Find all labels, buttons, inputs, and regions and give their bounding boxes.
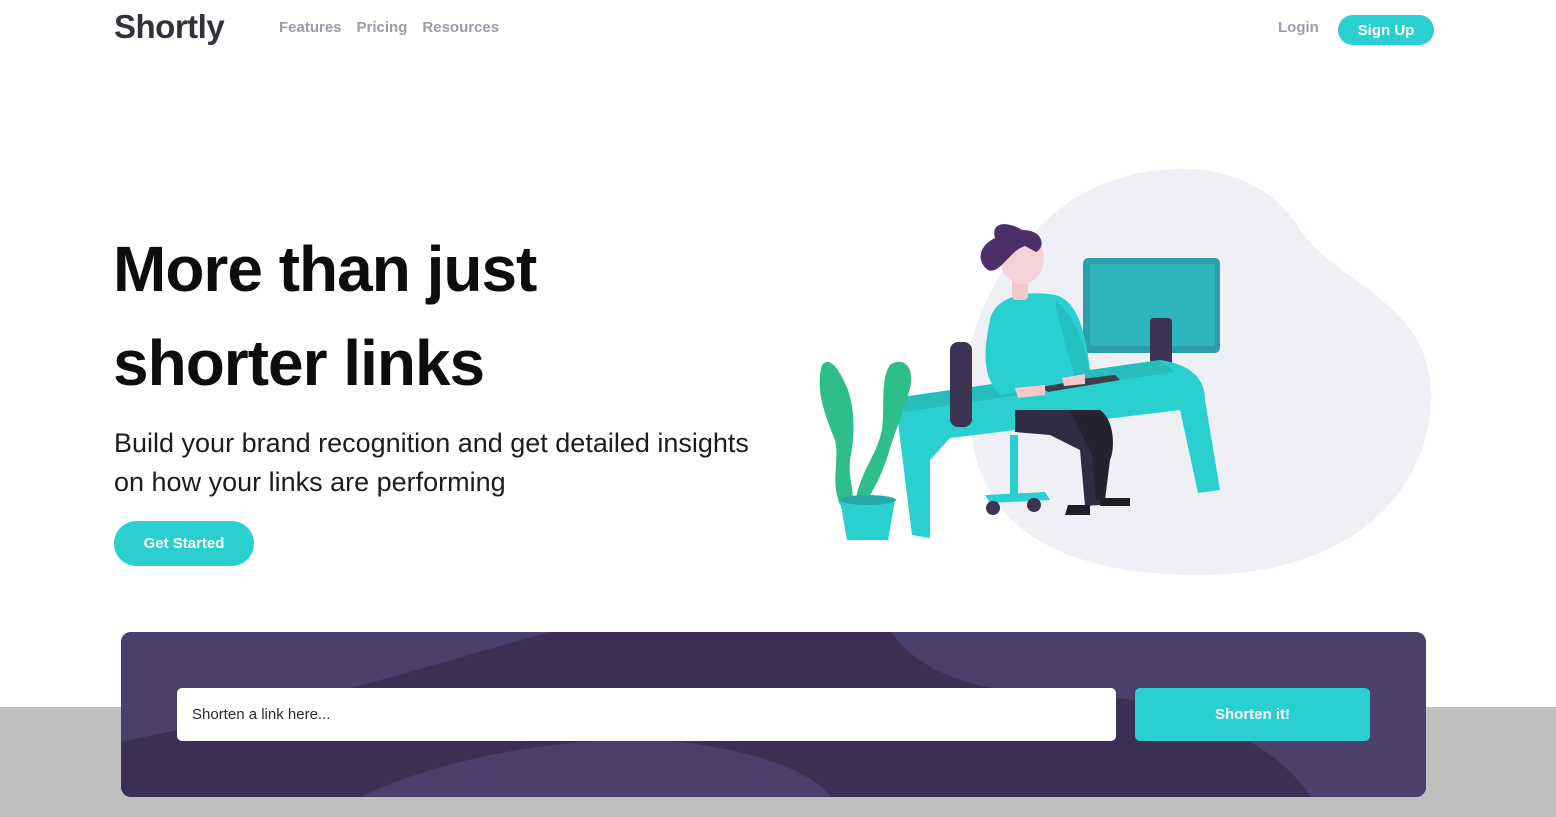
shorten-panel: Shorten it! [121,632,1426,797]
login-link[interactable]: Login [1278,19,1319,36]
nav-item-pricing[interactable]: Pricing [357,19,408,36]
shorten-link-input[interactable] [177,688,1116,741]
nav-item-resources[interactable]: Resources [422,19,499,36]
main-nav: Features Pricing Resources [279,19,499,36]
get-started-button[interactable]: Get Started [114,521,254,566]
brand-logo[interactable]: Shortly [114,8,225,46]
person-working-illustration [819,168,1431,575]
hero-subtitle: Build your brand recognition and get det… [114,428,749,497]
signup-button[interactable]: Sign Up [1338,15,1434,45]
nav-item-features[interactable]: Features [279,19,342,36]
hero-title: More than just shorter links [113,233,537,399]
shorten-button[interactable]: Shorten it! [1135,688,1370,741]
